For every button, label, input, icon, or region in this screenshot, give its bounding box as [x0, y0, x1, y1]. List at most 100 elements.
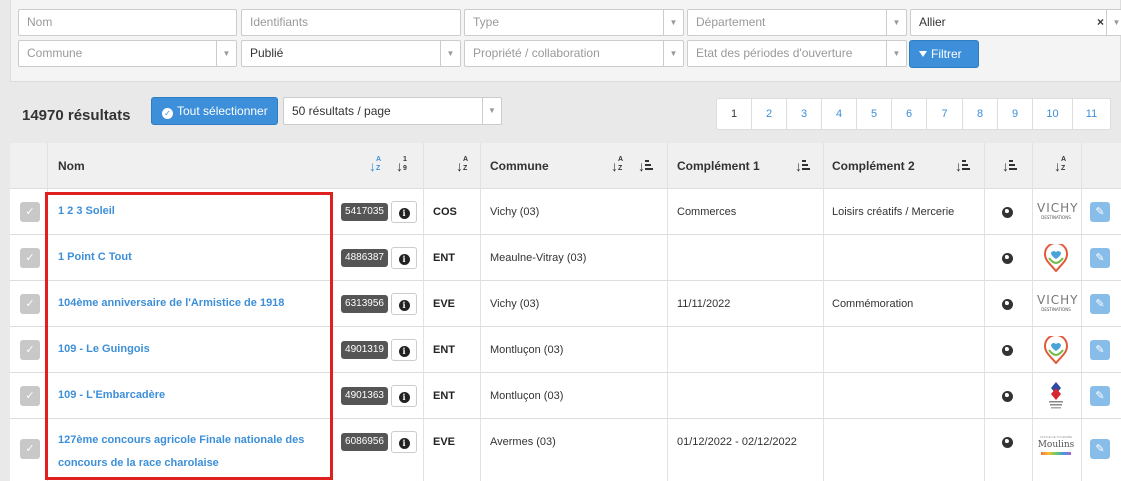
sort-az-icon[interactable]: ↓ A Z [456, 156, 470, 174]
edit-button[interactable]: ✎ [1090, 248, 1110, 268]
row-commune: Montluçon (03) [490, 390, 564, 402]
info-button[interactable]: i [391, 339, 417, 361]
edit-button[interactable]: ✎ [1090, 386, 1110, 406]
page-link-6[interactable]: 6 [892, 98, 927, 130]
info-button[interactable]: i [391, 247, 417, 269]
page-link-8[interactable]: 8 [963, 98, 998, 130]
select-all-label: Tout sélectionner [177, 104, 268, 118]
row-name-link[interactable]: 104ème anniversaire de l'Armistice de 19… [58, 292, 330, 315]
row-name-link[interactable]: 109 - Le Guingois [58, 338, 330, 361]
identifiants-input[interactable]: Identifiants [241, 9, 461, 36]
info-icon: i [398, 300, 410, 311]
sort-label: A [376, 156, 382, 163]
page-number: 2 [765, 108, 773, 120]
table-row: ✓ 1 2 3 Soleil 5417035 i COS Vichy (03) … [10, 189, 1121, 235]
page-link-10[interactable]: 10 [1033, 98, 1073, 130]
info-button[interactable]: i [391, 431, 417, 453]
globe-icon [1002, 253, 1013, 264]
page-link-7[interactable]: 7 [927, 98, 963, 130]
page-number: 1 [730, 108, 738, 120]
type-select[interactable]: Type ▼ [464, 9, 684, 36]
commune-select[interactable]: Commune ▼ [18, 40, 237, 67]
page-link-2[interactable]: 2 [752, 98, 787, 130]
sort-az-icon[interactable]: ↓ A Z [611, 156, 625, 174]
select-all-button[interactable]: ✓ Tout sélectionner [151, 97, 278, 125]
sort-amount-icon[interactable]: ↓ [955, 158, 970, 174]
chevron-down-icon: ▼ [886, 10, 906, 35]
edit-button[interactable]: ✎ [1090, 340, 1110, 360]
chevron-down-icon: ▼ [216, 41, 236, 66]
info-button[interactable]: i [391, 201, 417, 223]
sort-label: A [463, 156, 469, 163]
row-name-link[interactable]: 1 Point C Tout [58, 246, 330, 269]
sort-label: Z [618, 165, 623, 172]
table-header: Nom ↓ A Z ↓ 1 9 ↓ A Z Commune ↓ A Z ↓ Complément… [10, 143, 1121, 189]
sort-amount-icon[interactable]: ↓ [1002, 158, 1017, 174]
row-checkbox[interactable]: ✓ [20, 340, 40, 360]
row-checkbox[interactable]: ✓ [20, 248, 40, 268]
header-nom: Nom [58, 159, 85, 173]
sort-label: Z [463, 165, 468, 172]
edit-button[interactable]: ✎ [1090, 202, 1110, 222]
row-name-link[interactable]: 1 2 3 Soleil [58, 200, 330, 223]
row-complement1: 11/11/2022 [677, 298, 731, 310]
edit-button[interactable]: ✎ [1090, 439, 1110, 459]
page-number: 3 [800, 108, 808, 120]
offices-tourisme-logo [1037, 380, 1075, 409]
page-link-1[interactable]: 1 [716, 98, 752, 130]
page-number: 7 [941, 108, 948, 120]
info-icon: i [398, 392, 410, 403]
per-page-select[interactable]: 50 résultats / page ▼ [283, 97, 502, 125]
pencil-icon: ✎ [1095, 443, 1105, 455]
row-checkbox[interactable]: ✓ [20, 386, 40, 406]
commune-placeholder: Commune [27, 46, 83, 60]
chevron-down-icon: ▼ [440, 41, 460, 66]
row-name-link[interactable]: 109 - L'Embarcadère [58, 384, 330, 407]
info-button[interactable]: i [391, 293, 417, 315]
sort-numeric-icon[interactable]: ↓ 1 9 [396, 156, 410, 174]
row-name-link[interactable]: 127ème concours agricole Finale national… [58, 429, 330, 475]
row-type: ENT [433, 252, 455, 264]
row-checkbox[interactable]: ✓ [20, 439, 40, 459]
row-checkbox[interactable]: ✓ [20, 202, 40, 222]
page-link-5[interactable]: 5 [857, 98, 892, 130]
results-table: Nom ↓ A Z ↓ 1 9 ↓ A Z Commune ↓ A Z ↓ Complément… [10, 143, 1121, 481]
info-icon: i [398, 346, 410, 357]
sort-amount-icon[interactable]: ↓ [638, 158, 653, 174]
filter-panel: Nom Identifiants Type ▼ Département ▼ Alli… [10, 0, 1121, 82]
page-number: 5 [870, 108, 878, 120]
sort-label: A [618, 156, 624, 163]
statut-select[interactable]: Publié ▼ [241, 40, 461, 67]
edit-button[interactable]: ✎ [1090, 294, 1110, 314]
info-icon: i [398, 254, 410, 265]
chevron-down-icon: ▼ [886, 41, 906, 66]
page-link-11[interactable]: 11 [1073, 98, 1111, 130]
table-row: ✓ 109 - Le Guingois 4901319 i ENT Montlu… [10, 327, 1121, 373]
table-row: ✓ 127ème concours agricole Finale nation… [10, 419, 1121, 481]
results-count: 14970 résultats [22, 107, 131, 124]
departement-value-select[interactable]: Allier × ▼ [910, 9, 1121, 36]
sort-amount-icon[interactable]: ↓ [795, 158, 810, 174]
funnel-icon [919, 51, 927, 57]
row-commune: Avermes (03) [490, 436, 556, 448]
clear-icon[interactable]: × [1097, 10, 1104, 35]
nom-input[interactable]: Nom [18, 9, 237, 36]
sort-az-icon[interactable]: ↓ A Z [1054, 156, 1068, 174]
logo-text: DESTINATIONS [1041, 215, 1071, 220]
chevron-down-icon: ▼ [482, 98, 501, 124]
id-badge: 4901363 [341, 387, 388, 405]
periodes-select[interactable]: Etat des périodes d'ouverture ▼ [687, 40, 907, 67]
page-link-4[interactable]: 4 [822, 98, 857, 130]
header-complement2: Complément 2 [832, 159, 915, 173]
filter-button[interactable]: Filtrer [909, 40, 979, 68]
row-checkbox[interactable]: ✓ [20, 294, 40, 314]
info-button[interactable]: i [391, 385, 417, 407]
page-link-3[interactable]: 3 [787, 98, 822, 130]
row-type: ENT [433, 344, 455, 356]
departement-select[interactable]: Département ▼ [687, 9, 907, 36]
sort-az-icon[interactable]: ↓ A Z [369, 156, 383, 174]
page-link-9[interactable]: 9 [998, 98, 1033, 130]
propriete-select[interactable]: Propriété / collaboration ▼ [464, 40, 684, 67]
sort-label: 9 [403, 165, 407, 172]
pencil-icon: ✎ [1095, 344, 1105, 356]
